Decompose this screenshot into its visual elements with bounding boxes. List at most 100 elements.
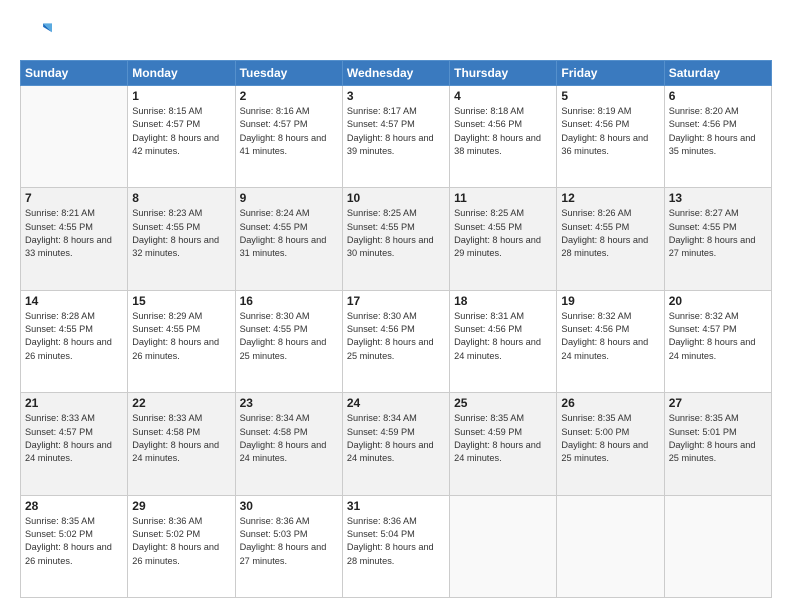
day-info: Sunrise: 8:18 AMSunset: 4:56 PMDaylight:… — [454, 105, 552, 158]
day-number: 9 — [240, 191, 338, 205]
day-number: 18 — [454, 294, 552, 308]
day-info: Sunrise: 8:16 AMSunset: 4:57 PMDaylight:… — [240, 105, 338, 158]
calendar-cell: 15 Sunrise: 8:29 AMSunset: 4:55 PMDayligh… — [128, 290, 235, 392]
day-info: Sunrise: 8:35 AMSunset: 4:59 PMDaylight:… — [454, 412, 552, 465]
calendar-cell: 19 Sunrise: 8:32 AMSunset: 4:56 PMDayligh… — [557, 290, 664, 392]
day-info: Sunrise: 8:15 AMSunset: 4:57 PMDaylight:… — [132, 105, 230, 158]
calendar-cell: 10Sunrise: 8:25 AMSunset: 4:55 PMDayligh… — [342, 188, 449, 290]
day-number: 27 — [669, 396, 767, 410]
day-info: Sunrise: 8:20 AMSunset: 4:56 PMDaylight:… — [669, 105, 767, 158]
calendar-cell: 29 Sunrise: 8:36 AMSunset: 5:02 PMDayligh… — [128, 495, 235, 597]
day-number: 1 — [132, 89, 230, 103]
calendar-cell: 9Sunrise: 8:24 AMSunset: 4:55 PMDaylight… — [235, 188, 342, 290]
day-info: Sunrise: 8:17 AMSunset: 4:57 PMDaylight:… — [347, 105, 445, 158]
day-number: 2 — [240, 89, 338, 103]
day-number: 20 — [669, 294, 767, 308]
day-number: 29 — [132, 499, 230, 513]
calendar-cell: 6 Sunrise: 8:20 AMSunset: 4:56 PMDaylight… — [664, 86, 771, 188]
day-info: Sunrise: 8:21 AMSunset: 4:55 PMDaylight:… — [25, 207, 123, 260]
day-info: Sunrise: 8:36 AMSunset: 5:04 PMDaylight:… — [347, 515, 445, 568]
day-info: Sunrise: 8:28 AMSunset: 4:55 PMDaylight:… — [25, 310, 123, 363]
day-info: Sunrise: 8:30 AMSunset: 4:56 PMDaylight:… — [347, 310, 445, 363]
day-info: Sunrise: 8:29 AMSunset: 4:55 PMDaylight:… — [132, 310, 230, 363]
day-info: Sunrise: 8:30 AMSunset: 4:55 PMDaylight:… — [240, 310, 338, 363]
day-number: 30 — [240, 499, 338, 513]
calendar-cell: 31 Sunrise: 8:36 AMSunset: 5:04 PMDayligh… — [342, 495, 449, 597]
calendar-cell: 22 Sunrise: 8:33 AMSunset: 4:58 PMDayligh… — [128, 393, 235, 495]
day-number: 31 — [347, 499, 445, 513]
logo — [20, 18, 56, 50]
weekday-header-sunday: Sunday — [21, 61, 128, 86]
calendar-cell: 25 Sunrise: 8:35 AMSunset: 4:59 PMDayligh… — [450, 393, 557, 495]
day-info: Sunrise: 8:26 AMSunset: 4:55 PMDaylight:… — [561, 207, 659, 260]
logo-icon — [20, 18, 52, 50]
day-number: 8 — [132, 191, 230, 205]
weekday-header-wednesday: Wednesday — [342, 61, 449, 86]
day-number: 7 — [25, 191, 123, 205]
calendar-cell: 14 Sunrise: 8:28 AMSunset: 4:55 PMDayligh… — [21, 290, 128, 392]
day-info: Sunrise: 8:27 AMSunset: 4:55 PMDaylight:… — [669, 207, 767, 260]
calendar-cell: 4 Sunrise: 8:18 AMSunset: 4:56 PMDaylight… — [450, 86, 557, 188]
calendar-cell: 8 Sunrise: 8:23 AMSunset: 4:55 PMDaylight… — [128, 188, 235, 290]
day-info: Sunrise: 8:23 AMSunset: 4:55 PMDaylight:… — [132, 207, 230, 260]
day-number: 19 — [561, 294, 659, 308]
calendar-cell: 13 Sunrise: 8:27 AMSunset: 4:55 PMDayligh… — [664, 188, 771, 290]
day-number: 21 — [25, 396, 123, 410]
day-info: Sunrise: 8:33 AMSunset: 4:57 PMDaylight:… — [25, 412, 123, 465]
calendar-cell: 3 Sunrise: 8:17 AMSunset: 4:57 PMDaylight… — [342, 86, 449, 188]
calendar-cell — [450, 495, 557, 597]
day-info: Sunrise: 8:35 AMSunset: 5:01 PMDaylight:… — [669, 412, 767, 465]
day-number: 23 — [240, 396, 338, 410]
calendar-cell: 5 Sunrise: 8:19 AMSunset: 4:56 PMDaylight… — [557, 86, 664, 188]
calendar-cell: 30 Sunrise: 8:36 AMSunset: 5:03 PMDayligh… — [235, 495, 342, 597]
day-number: 24 — [347, 396, 445, 410]
day-number: 3 — [347, 89, 445, 103]
calendar-cell: 7 Sunrise: 8:21 AMSunset: 4:55 PMDaylight… — [21, 188, 128, 290]
calendar-cell — [664, 495, 771, 597]
day-number: 14 — [25, 294, 123, 308]
weekday-header-tuesday: Tuesday — [235, 61, 342, 86]
day-info: Sunrise: 8:19 AMSunset: 4:56 PMDaylight:… — [561, 105, 659, 158]
calendar-cell: 26Sunrise: 8:35 AMSunset: 5:00 PMDayligh… — [557, 393, 664, 495]
calendar-cell: 12 Sunrise: 8:26 AMSunset: 4:55 PMDayligh… — [557, 188, 664, 290]
day-number: 28 — [25, 499, 123, 513]
weekday-header-friday: Friday — [557, 61, 664, 86]
day-info: Sunrise: 8:33 AMSunset: 4:58 PMDaylight:… — [132, 412, 230, 465]
day-info: Sunrise: 8:34 AMSunset: 4:58 PMDaylight:… — [240, 412, 338, 465]
calendar-cell: 20 Sunrise: 8:32 AMSunset: 4:57 PMDayligh… — [664, 290, 771, 392]
day-info: Sunrise: 8:32 AMSunset: 4:56 PMDaylight:… — [561, 310, 659, 363]
calendar-cell: 23 Sunrise: 8:34 AMSunset: 4:58 PMDayligh… — [235, 393, 342, 495]
day-number: 6 — [669, 89, 767, 103]
calendar-cell — [21, 86, 128, 188]
calendar-cell: 17 Sunrise: 8:30 AMSunset: 4:56 PMDayligh… — [342, 290, 449, 392]
day-number: 22 — [132, 396, 230, 410]
day-number: 17 — [347, 294, 445, 308]
day-number: 25 — [454, 396, 552, 410]
day-info: Sunrise: 8:36 AMSunset: 5:02 PMDaylight:… — [132, 515, 230, 568]
day-number: 10 — [347, 191, 445, 205]
calendar-table: SundayMondayTuesdayWednesdayThursdayFrid… — [20, 60, 772, 598]
day-number: 5 — [561, 89, 659, 103]
calendar-cell: 18 Sunrise: 8:31 AMSunset: 4:56 PMDayligh… — [450, 290, 557, 392]
day-number: 26 — [561, 396, 659, 410]
calendar-cell: 1 Sunrise: 8:15 AMSunset: 4:57 PMDaylight… — [128, 86, 235, 188]
calendar-cell: 16 Sunrise: 8:30 AMSunset: 4:55 PMDayligh… — [235, 290, 342, 392]
calendar-cell: 27 Sunrise: 8:35 AMSunset: 5:01 PMDayligh… — [664, 393, 771, 495]
day-number: 4 — [454, 89, 552, 103]
weekday-header-monday: Monday — [128, 61, 235, 86]
weekday-header-thursday: Thursday — [450, 61, 557, 86]
day-number: 11 — [454, 191, 552, 205]
day-number: 16 — [240, 294, 338, 308]
day-number: 13 — [669, 191, 767, 205]
calendar-cell — [557, 495, 664, 597]
page: SundayMondayTuesdayWednesdayThursdayFrid… — [0, 0, 792, 612]
calendar-cell: 11Sunrise: 8:25 AMSunset: 4:55 PMDayligh… — [450, 188, 557, 290]
day-number: 12 — [561, 191, 659, 205]
day-number: 15 — [132, 294, 230, 308]
day-info: Sunrise: 8:36 AMSunset: 5:03 PMDaylight:… — [240, 515, 338, 568]
header — [20, 18, 772, 50]
day-info: Sunrise: 8:31 AMSunset: 4:56 PMDaylight:… — [454, 310, 552, 363]
calendar-cell: 2 Sunrise: 8:16 AMSunset: 4:57 PMDaylight… — [235, 86, 342, 188]
calendar-cell: 28Sunrise: 8:35 AMSunset: 5:02 PMDayligh… — [21, 495, 128, 597]
day-info: Sunrise: 8:32 AMSunset: 4:57 PMDaylight:… — [669, 310, 767, 363]
